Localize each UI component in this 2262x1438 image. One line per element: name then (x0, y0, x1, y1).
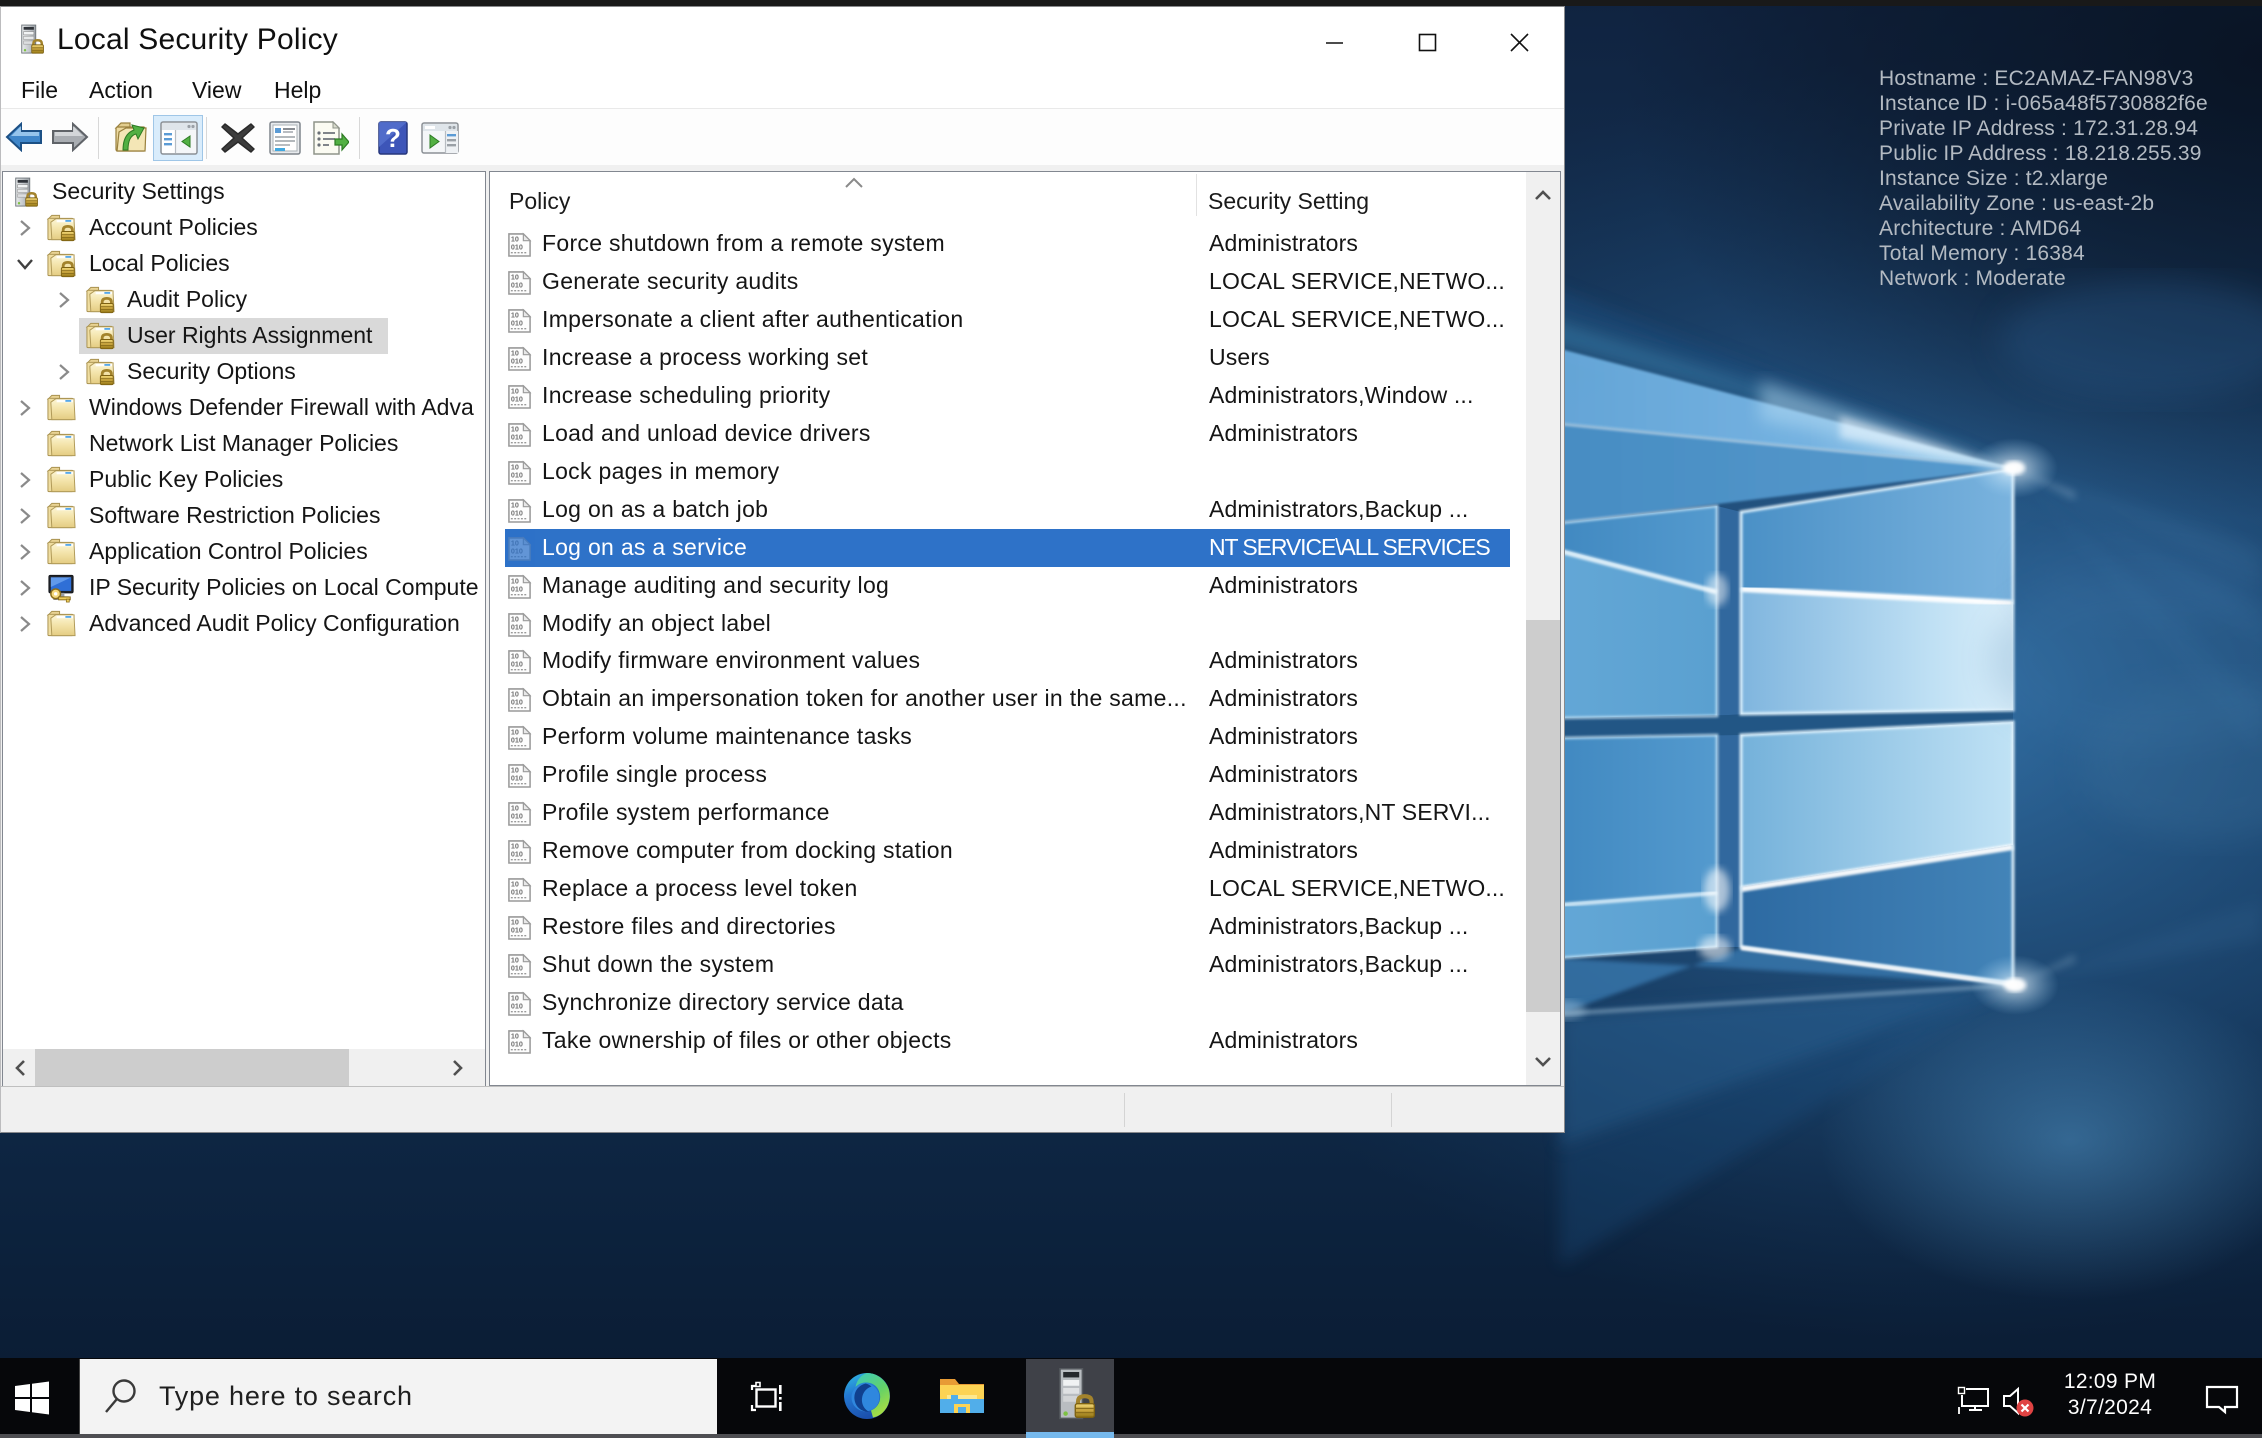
svg-text:?: ? (385, 123, 401, 153)
